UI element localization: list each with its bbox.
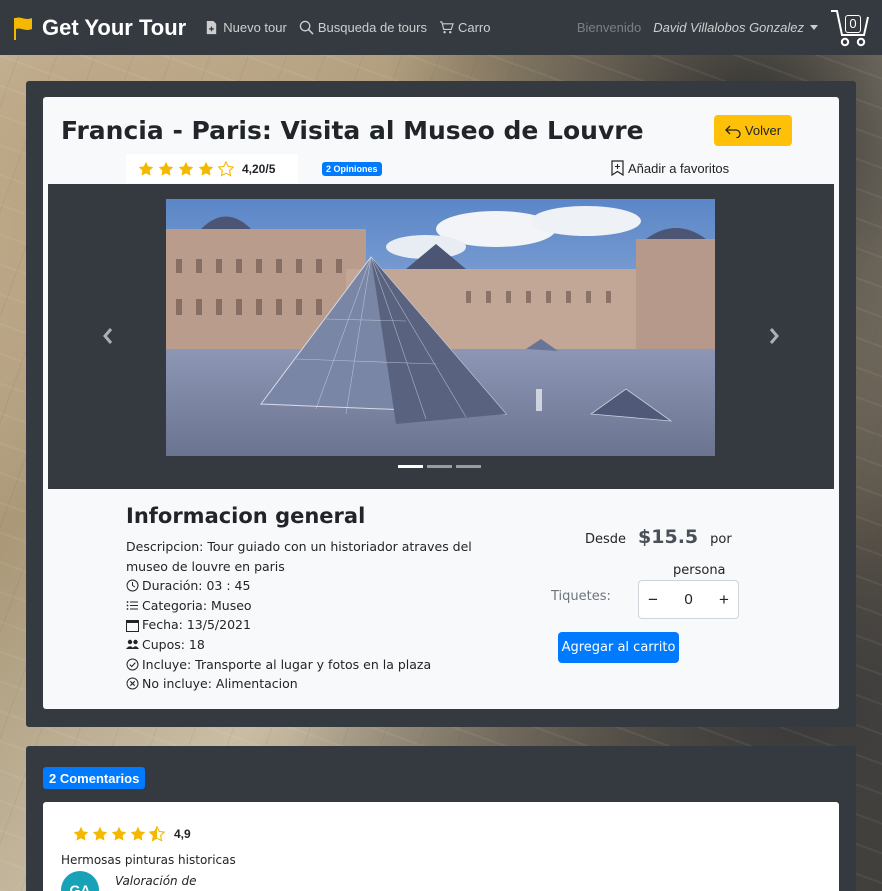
carousel-indicator[interactable] [398,465,423,468]
tickets-stepper: − 0 + [638,580,739,619]
check-circle-icon [126,658,139,671]
star-half-icon [149,826,165,842]
price-value: $15.5 [638,526,699,548]
star-filled-icon [73,826,89,841]
decrement-button[interactable]: − [639,581,667,618]
carousel-next-icon[interactable] [766,325,782,347]
calendar-icon [126,619,139,632]
nav-right: Bienvenido David Villalobos Gonzalez 0 [577,7,870,49]
add-favorite-button[interactable]: Añadir a favoritos [611,160,729,176]
info-spots-text: Cupos: 18 [142,636,205,652]
increment-button[interactable]: + [710,581,738,618]
back-button-label: Volver [744,123,782,138]
star-filled-icon [138,161,154,176]
info-duration: Duración: 03 : 45 [126,576,496,596]
star-filled-icon [111,826,127,841]
brand-link[interactable]: Get Your Tour [12,15,186,41]
price-person-label: persona [673,563,726,578]
nav-search-tours[interactable]: Busqueda de tours [299,20,427,35]
star-filled-icon [92,826,108,841]
user-dropdown[interactable]: David Villalobos Gonzalez [653,20,818,35]
star-filled-icon [158,161,174,176]
list-icon [126,601,138,610]
search-icon [299,20,314,35]
add-favorite-label: Añadir a favoritos [628,160,730,176]
image-carousel [48,184,834,489]
carousel-prev-icon[interactable] [100,325,116,347]
people-icon [126,640,139,650]
caret-down-icon [810,25,818,30]
price-from-label: Desde [585,532,627,547]
info-spots: Cupos: 18 [126,635,496,655]
price-per-label: por [710,532,732,547]
info-category-text: Categoria: Museo [142,597,252,613]
back-button[interactable]: Volver [714,115,792,146]
info-description: Descripcion: Tour guiado con un historia… [126,539,472,574]
cart-count: 0 [845,14,861,33]
info-date: Fecha: 13/5/2021 [126,615,496,635]
carousel-indicator[interactable] [427,465,452,468]
opinions-badge[interactable]: 2 Opiniones [322,162,382,176]
info-heading: Informacion general [126,504,366,528]
user-name: David Villalobos Gonzalez [653,20,804,35]
star-filled-icon [198,161,214,176]
info-duration-text: Duración: 03 : 45 [142,578,251,594]
comment-rating-value: 4,9 [174,827,191,841]
carousel-indicator[interactable] [456,465,481,468]
nav-new-tour[interactable]: Nuevo tour [204,20,287,35]
info-excludes: No incluye: Alimentacion [126,674,496,694]
flag-icon [14,17,32,40]
star-filled-icon [130,826,146,841]
brand-title: Get Your Tour [42,14,187,40]
info-excludes-text: No incluye: Alimentacion [142,676,298,692]
info-category: Categoria: Museo [126,596,496,616]
carousel-indicators [398,465,481,468]
file-plus-icon [207,20,217,35]
bookmark-plus-icon [611,160,624,176]
info-list: Descripcion: Tour guiado con un historia… [126,537,496,694]
info-includes-text: Incluye: Transporte al lugar y fotos en … [142,656,432,672]
clock-icon [126,579,139,592]
tour-rating: 4,20/5 [126,154,298,183]
navbar: Get Your Tour Nuevo tour Busqueda de tou… [0,0,882,55]
comment-rating: 4,9 [73,826,191,842]
nav-search-tours-label: Busqueda de tours [317,20,427,35]
nav-cart[interactable]: Carro [439,20,491,35]
tour-title: Francia - Paris: Visita al Museo de Louv… [61,116,644,145]
nav-cart-label: Carro [457,20,491,35]
welcome-text: Bienvenido [576,20,642,35]
info-date-text: Fecha: 13/5/2021 [142,617,251,633]
info-includes: Incluye: Transporte al lugar y fotos en … [126,655,496,675]
star-filled-icon [178,161,194,176]
cart-button[interactable]: 0 [830,7,870,49]
price-row: Desde $15.5 por [585,526,755,548]
x-circle-icon [126,677,139,690]
tickets-label: Tiquetes: [551,589,611,604]
tickets-input[interactable]: 0 [667,591,710,608]
arrow-return-left-icon [725,125,741,138]
star-empty-icon [218,160,234,177]
cart-icon [439,21,454,34]
comment-author-label: Valoración de [115,874,197,888]
comments-badge: 2 Comentarios [43,767,146,789]
tour-rating-value: 4,20/5 [242,161,276,176]
add-to-cart-button[interactable]: Agregar al carrito [558,632,679,663]
nav-new-tour-label: Nuevo tour [223,20,287,35]
comment-text: Hermosas pinturas historicas [61,853,236,867]
louvre-photo [166,199,715,456]
